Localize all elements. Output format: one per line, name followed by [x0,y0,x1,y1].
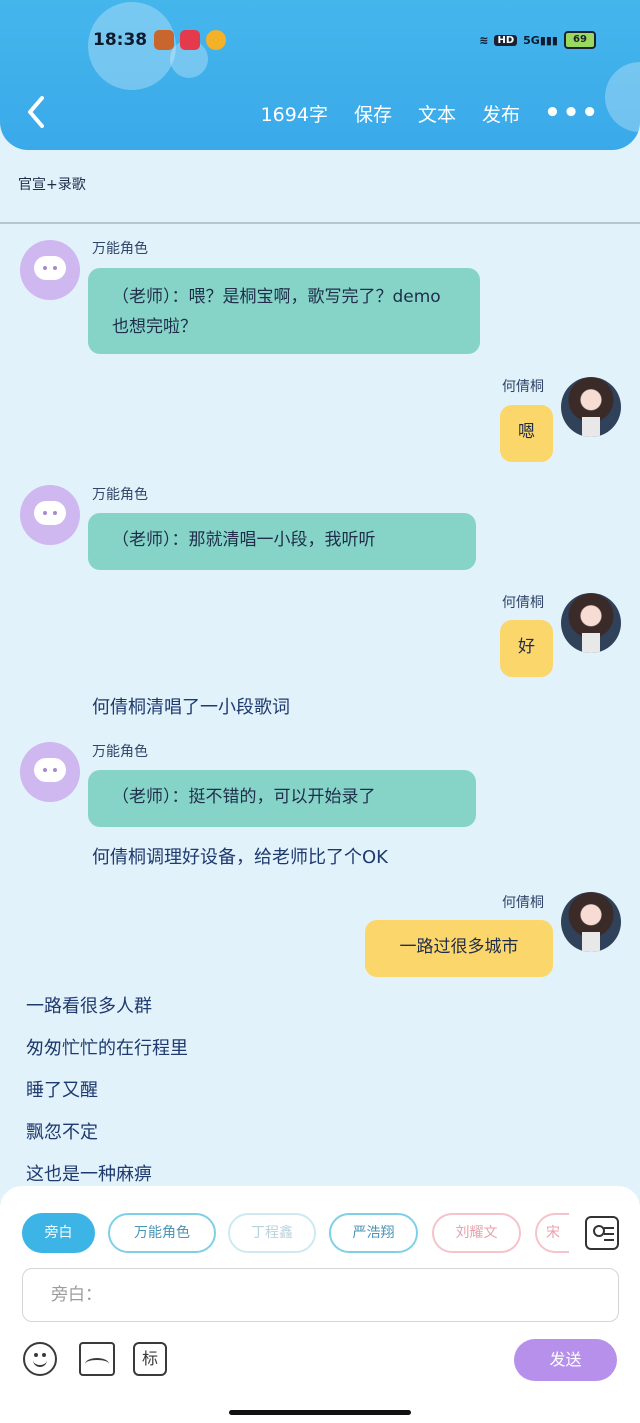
role-chip-universal[interactable]: 万能角色 [108,1213,216,1253]
message-bubble[interactable]: 嗯 [500,405,553,462]
emoji-icon[interactable] [23,1342,57,1376]
divider [0,222,640,224]
signal-icon: 5G▮▮▮ [523,33,558,47]
home-indicator[interactable] [229,1410,411,1415]
narration-text: 何倩桐调理好设备，给老师比了个OK [92,847,388,868]
role-chip[interactable]: 丁程鑫 [228,1213,316,1253]
message-input[interactable]: 旁白： [22,1268,619,1322]
role-chip[interactable]: 刘耀文 [432,1213,521,1253]
publish-button[interactable]: 发布 [482,100,520,127]
save-button[interactable]: 保存 [354,100,392,127]
status-time: 18:38 [93,30,148,50]
speaker-name: 万能角色 [92,487,148,503]
battery-icon: 69 [564,31,596,49]
role-chip[interactable]: 严浩翔 [329,1213,418,1253]
npc-avatar[interactable] [20,742,80,802]
lyric-line: 一路看很多人群 [26,996,152,1017]
tag-button[interactable]: 标 [133,1342,167,1376]
message-bubble[interactable]: （老师）：那就清唱一小段，我听听 [88,513,476,570]
chat-face-icon [34,758,66,782]
header-bar: 18:38 ≋ HD 5G▮▮▮ 69 1694字 保存 文本 发布 ••• [0,0,640,150]
nav-bar: 1694字 保存 文本 发布 ••• [0,92,640,136]
hd-badge: HD [494,34,518,46]
user-avatar[interactable] [561,892,621,952]
composer-panel: 旁白 万能角色 丁程鑫 严浩翔 刘耀文 宋 旁白： 标 发送 [0,1186,640,1423]
shop-app-icon [180,30,200,50]
game-app-icon [154,30,174,50]
lyric-line: 这也是一种麻痹 [26,1164,152,1185]
npc-avatar[interactable] [20,240,80,300]
user-avatar[interactable] [561,593,621,653]
chat-face-icon [34,256,66,280]
image-icon[interactable] [79,1342,115,1376]
user-avatar[interactable] [561,377,621,437]
text-button[interactable]: 文本 [418,100,456,127]
speaker-name: 何倩桐 [502,595,544,611]
speaker-name: 万能角色 [92,744,148,760]
more-options-icon[interactable]: ••• [544,98,600,128]
wifi-icon: ≋ [479,33,489,47]
speaker-name: 何倩桐 [502,895,544,911]
role-chip-narrator[interactable]: 旁白 [22,1213,95,1253]
status-indicators: ≋ HD 5G▮▮▮ 69 [479,31,596,49]
npc-avatar[interactable] [20,485,80,545]
contacts-icon[interactable] [585,1216,619,1250]
lyric-line: 睡了又醒 [26,1080,98,1101]
role-chip[interactable]: 宋 [535,1213,569,1253]
message-bubble[interactable]: （老师）：挺不错的，可以开始录了 [88,770,476,827]
chat-face-icon [34,501,66,525]
message-bubble[interactable]: 好 [500,620,553,677]
lyric-line: 匆匆忙忙的在行程里 [26,1038,188,1059]
weibo-icon [206,30,226,50]
story-topic: 官宣+录歌 [18,177,86,193]
narration-text: 何倩桐清唱了一小段歌词 [92,697,290,718]
lyric-line: 飘忽不定 [26,1122,98,1143]
message-bubble[interactable]: （老师）：喂？是桐宝啊，歌写完了？demo也想完啦？ [88,268,480,354]
message-bubble[interactable]: 一路过很多城市 [365,920,553,977]
send-button[interactable]: 发送 [514,1339,617,1381]
speaker-name: 何倩桐 [502,379,544,395]
status-bar: 18:38 ≋ HD 5G▮▮▮ 69 [0,28,640,56]
speaker-name: 万能角色 [92,241,148,257]
back-arrow-icon[interactable] [22,92,52,132]
word-count: 1694字 [260,104,328,126]
